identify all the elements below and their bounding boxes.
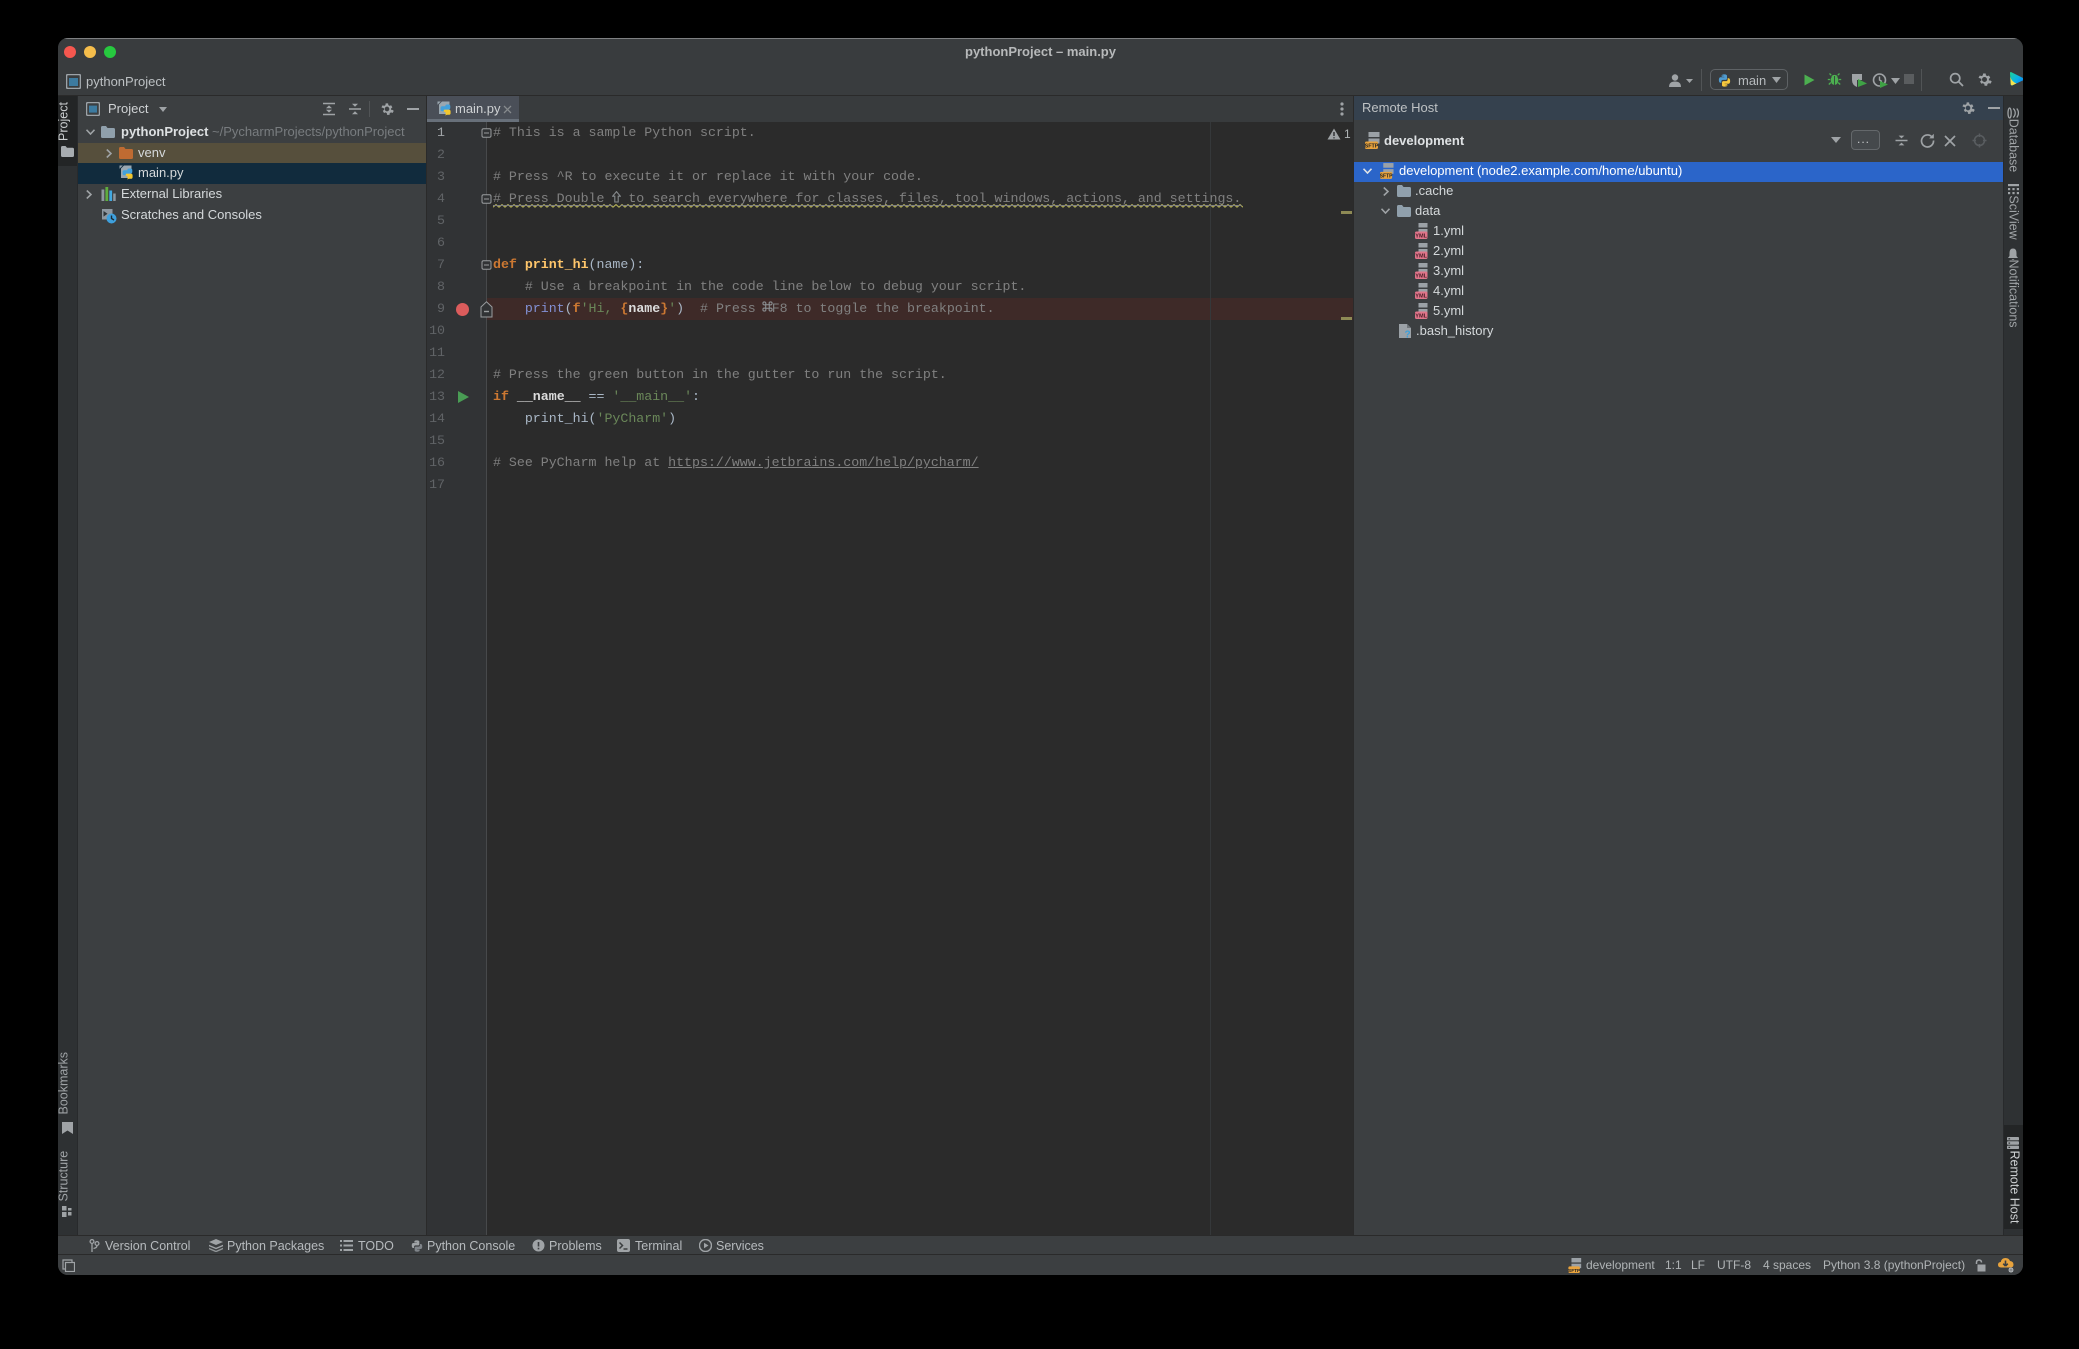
svg-text:YML: YML xyxy=(1415,254,1427,259)
svg-text:YML: YML xyxy=(1415,274,1427,279)
svg-text:SFTP: SFTP xyxy=(1380,174,1393,179)
svg-text:YML: YML xyxy=(1415,234,1427,239)
svg-text:SFTP: SFTP xyxy=(1365,144,1379,149)
svg-text:YML: YML xyxy=(1415,294,1427,299)
svg-text:YML: YML xyxy=(1415,314,1427,319)
svg-text:?: ? xyxy=(1404,330,1410,339)
svg-text:SFTP: SFTP xyxy=(1568,1268,1580,1273)
